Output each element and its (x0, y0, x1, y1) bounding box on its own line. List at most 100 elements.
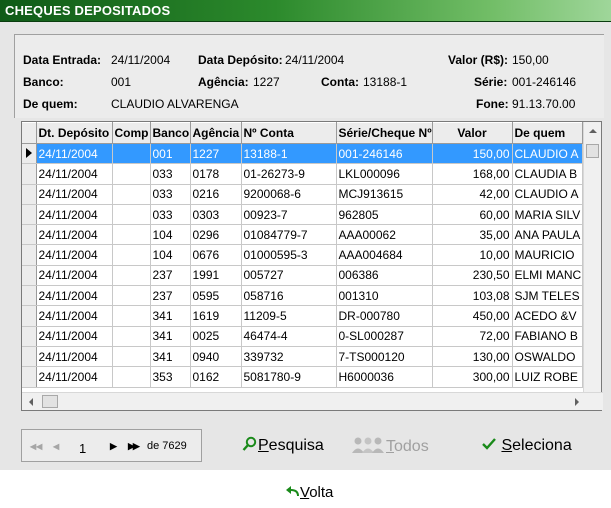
table-cell[interactable]: 006386 (336, 265, 433, 287)
table-cell[interactable]: 5081780-9 (241, 366, 337, 388)
next-record-icon[interactable]: ▶ (110, 441, 117, 452)
table-cell[interactable]: 0-SL000287 (336, 326, 433, 347)
table-cell[interactable]: H6000036 (336, 366, 433, 388)
table-cell[interactable]: 0676 (190, 244, 242, 266)
table-cell[interactable]: SJM TELES (512, 285, 583, 307)
table-row[interactable]: 24/11/2004 033 0216 9200068-6 MCJ913615 42,00… (22, 184, 583, 205)
prev-record-icon[interactable]: ◀ (53, 442, 59, 451)
table-cell[interactable]: 033 (150, 204, 191, 226)
table-row[interactable]: 24/11/2004 001 1227 13188-1 001-246146 150,00… (22, 143, 583, 165)
column-header[interactable]: Banco (150, 122, 191, 144)
table-cell[interactable]: 001 (150, 143, 191, 165)
table-cell[interactable]: 0940 (190, 346, 242, 368)
table-cell[interactable]: 00923-7 (241, 204, 337, 226)
table-cell[interactable]: 230,50 (432, 265, 513, 287)
table-cell[interactable]: 341 (150, 305, 191, 327)
last-record-icon[interactable]: ▶▶ (128, 441, 140, 452)
table-cell[interactable]: CLAUDIA B (512, 163, 583, 185)
table-cell[interactable]: 24/11/2004 (36, 285, 113, 307)
column-header[interactable]: Valor (432, 122, 513, 144)
table-cell[interactable]: 237 (150, 285, 191, 307)
table-cell[interactable] (112, 244, 151, 266)
table-row[interactable]: 24/11/2004 341 0940 339732 7-TS000120 130,00 O… (22, 346, 583, 368)
table-row[interactable]: 24/11/2004 341 1619 11209-5 DR-000780 450,00 A… (22, 305, 583, 327)
table-cell[interactable]: 150,00 (432, 143, 513, 165)
table-cell[interactable]: 24/11/2004 (36, 265, 113, 287)
table-cell[interactable]: 9200068-6 (241, 184, 337, 205)
table-cell[interactable]: 10,00 (432, 244, 513, 266)
table-cell[interactable]: 341 (150, 346, 191, 368)
table-cell[interactable] (112, 265, 151, 287)
table-cell[interactable]: 7-TS000120 (336, 346, 433, 368)
column-header[interactable]: Dt. Depósito (36, 122, 113, 144)
volta-button[interactable]: Volta (286, 484, 333, 501)
vertical-scroll-thumb[interactable] (586, 144, 599, 158)
table-cell[interactable]: 237 (150, 265, 191, 287)
table-cell[interactable]: 24/11/2004 (36, 184, 113, 205)
table-cell[interactable]: 450,00 (432, 305, 513, 327)
table-cell[interactable]: 168,00 (432, 163, 513, 185)
table-cell[interactable]: 0303 (190, 204, 242, 226)
table-cell[interactable] (112, 224, 151, 246)
table-cell[interactable]: 1991 (190, 265, 242, 287)
pesquisa-button[interactable]: Pesquisa (242, 436, 324, 455)
table-cell[interactable]: OSWALDO (512, 346, 583, 368)
table-cell[interactable]: 24/11/2004 (36, 204, 113, 226)
table-cell[interactable]: ELMI MANC (512, 265, 583, 287)
table-cell[interactable]: DR-000780 (336, 305, 433, 327)
table-cell[interactable]: 058716 (241, 285, 337, 307)
table-cell[interactable]: 24/11/2004 (36, 244, 113, 266)
table-cell[interactable]: 42,00 (432, 184, 513, 205)
table-cell[interactable]: 962805 (336, 204, 433, 226)
table-cell[interactable]: 11209-5 (241, 305, 337, 327)
table-cell[interactable]: 01000595-3 (241, 244, 337, 266)
table-cell[interactable]: 24/11/2004 (36, 305, 113, 327)
table-cell[interactable]: 1619 (190, 305, 242, 327)
column-header[interactable]: Comp (112, 122, 151, 144)
table-cell[interactable]: ACEDO &V (512, 305, 583, 327)
table-cell[interactable]: 24/11/2004 (36, 163, 113, 185)
vertical-scrollbar[interactable] (583, 122, 601, 392)
table-cell[interactable] (112, 143, 151, 165)
table-cell[interactable]: 033 (150, 163, 191, 185)
table-cell[interactable]: 1227 (190, 143, 242, 165)
table-cell[interactable] (112, 305, 151, 327)
scroll-up-icon[interactable] (589, 129, 597, 133)
scroll-right-icon[interactable] (575, 398, 579, 406)
table-cell[interactable] (112, 184, 151, 205)
column-header[interactable]: Série/Cheque Nº (336, 122, 433, 144)
table-cell[interactable]: MCJ913615 (336, 184, 433, 205)
table-cell[interactable]: 001310 (336, 285, 433, 307)
table-cell[interactable]: 103,08 (432, 285, 513, 307)
table-cell[interactable]: FABIANO B (512, 326, 583, 347)
table-cell[interactable]: 0178 (190, 163, 242, 185)
table-cell[interactable]: CLAUDIO A (512, 143, 583, 165)
table-row[interactable]: 24/11/2004 353 0162 5081780-9 H6000036 300,00… (22, 366, 583, 388)
table-cell[interactable]: 24/11/2004 (36, 346, 113, 368)
table-cell[interactable]: 24/11/2004 (36, 326, 113, 347)
table-cell[interactable]: 339732 (241, 346, 337, 368)
table-cell[interactable]: MARIA SILV (512, 204, 583, 226)
table-cell[interactable]: 46474-4 (241, 326, 337, 347)
table-cell[interactable]: LKL000096 (336, 163, 433, 185)
table-cell[interactable]: 0595 (190, 285, 242, 307)
table-cell[interactable]: 0216 (190, 184, 242, 205)
table-cell[interactable] (112, 366, 151, 388)
table-cell[interactable]: 72,00 (432, 326, 513, 347)
table-row[interactable]: 24/11/2004 033 0178 01-26273-9 LKL000096 168,… (22, 163, 583, 185)
todos-button[interactable]: Todos (350, 436, 429, 456)
table-cell[interactable] (112, 204, 151, 226)
table-cell[interactable]: 104 (150, 224, 191, 246)
table-cell[interactable]: 24/11/2004 (36, 366, 113, 388)
cheques-grid[interactable]: Dt. Depósito Comp Banco Agência Nº Conta… (21, 121, 603, 411)
table-cell[interactable]: 005727 (241, 265, 337, 287)
table-cell[interactable]: 300,00 (432, 366, 513, 388)
table-cell[interactable]: MAURICIO (512, 244, 583, 266)
column-header[interactable]: Agência (190, 122, 242, 144)
table-cell[interactable]: 001-246146 (336, 143, 433, 165)
table-cell[interactable]: 35,00 (432, 224, 513, 246)
table-cell[interactable] (112, 346, 151, 368)
table-cell[interactable]: 0162 (190, 366, 242, 388)
table-cell[interactable]: 24/11/2004 (36, 224, 113, 246)
table-cell[interactable] (112, 285, 151, 307)
